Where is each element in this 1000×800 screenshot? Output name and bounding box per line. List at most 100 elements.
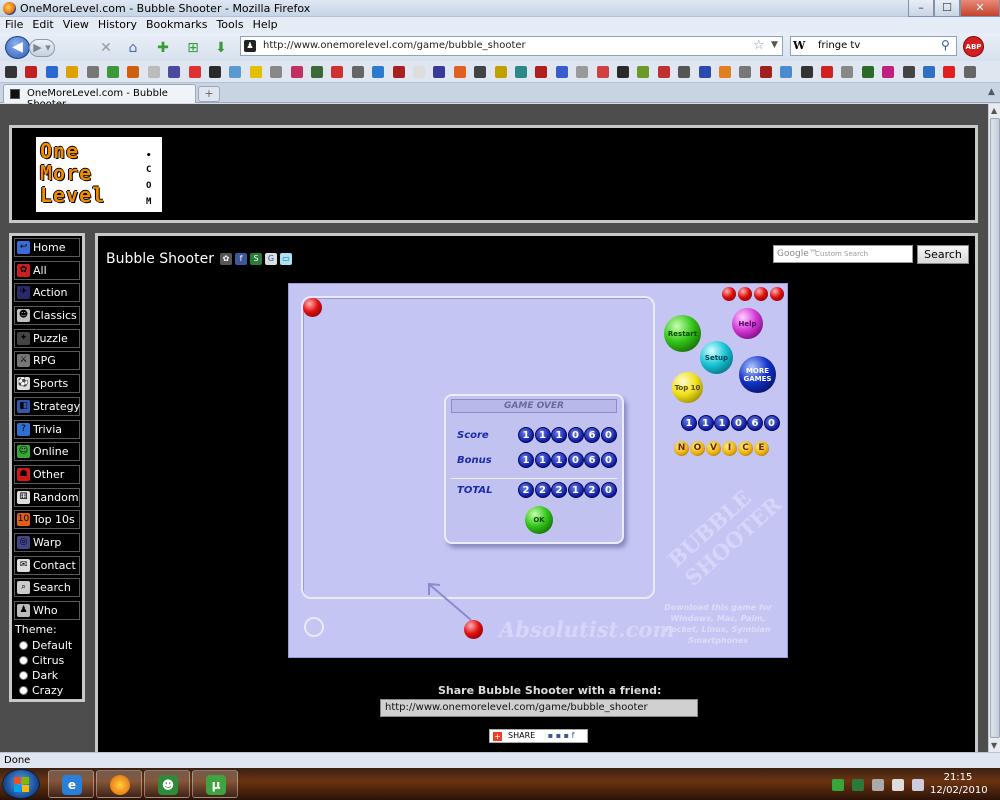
- bookmark-favicon-icon[interactable]: [841, 66, 854, 78]
- theme-option-default[interactable]: Default: [19, 638, 72, 653]
- tray-flag-icon[interactable]: [892, 779, 904, 791]
- radio-icon[interactable]: [19, 656, 28, 665]
- bookmark-favicon-icon[interactable]: [821, 66, 833, 78]
- bookmark-favicon-icon[interactable]: [739, 66, 752, 78]
- bookmark-favicon-icon[interactable]: [351, 66, 364, 78]
- sidebar-item-top-10s[interactable]: 10 Top 10s: [14, 510, 80, 530]
- taskbar-ie[interactable]: e: [48, 770, 94, 798]
- new-tab-button[interactable]: +: [198, 86, 220, 102]
- bookmark-favicon-icon[interactable]: [331, 66, 344, 78]
- sidebar-item-trivia[interactable]: ? Trivia: [14, 419, 80, 439]
- maximize-button[interactable]: ☐: [934, 0, 960, 17]
- scroll-down-icon[interactable]: ▼: [991, 741, 997, 750]
- bookmark-favicon-icon[interactable]: [127, 66, 140, 78]
- bubble-shooter-game[interactable]: Restart Help Setup MORE GAMES Top 10 111…: [288, 283, 788, 658]
- bookmark-favicon-icon[interactable]: [719, 66, 731, 78]
- scroll-up-icon[interactable]: ▲: [991, 106, 997, 115]
- minimize-button[interactable]: –: [908, 0, 934, 17]
- bookmark-favicon-icon[interactable]: [759, 66, 772, 78]
- bookmark-favicon-icon[interactable]: [637, 66, 650, 78]
- scrollbar-thumb[interactable]: [990, 118, 1000, 738]
- menu-edit[interactable]: Edit: [27, 17, 57, 31]
- download-promo[interactable]: Download this game for Windows, Mac, Pal…: [658, 602, 778, 646]
- tray-icon[interactable]: [832, 779, 844, 791]
- sidebar-item-search[interactable]: ⌕ Search: [14, 578, 80, 598]
- bookmark-favicon-icon[interactable]: [943, 66, 956, 78]
- radio-icon[interactable]: [19, 671, 28, 680]
- taskbar-firefox[interactable]: [96, 770, 142, 798]
- favourite-icon[interactable]: ✿: [220, 253, 232, 265]
- bookmark-favicon-icon[interactable]: [861, 66, 874, 78]
- history-dropdown-icon[interactable]: ▼: [771, 40, 778, 50]
- bookmark-favicon-icon[interactable]: [249, 66, 262, 78]
- addthis-share-button[interactable]: + SHARE ▪ ▪ ▪ f: [489, 729, 588, 743]
- bookmark-favicon-icon[interactable]: [86, 66, 99, 78]
- bookmark-favicon-icon[interactable]: [657, 66, 670, 78]
- sidebar-item-who[interactable]: ♟ Who: [14, 601, 80, 620]
- bookmark-favicon-icon[interactable]: [963, 66, 976, 78]
- sidebar-item-warp[interactable]: ◎ Warp: [14, 532, 80, 552]
- menu-help[interactable]: Help: [248, 17, 282, 31]
- menu-view[interactable]: View: [58, 17, 93, 31]
- search-go-icon[interactable]: ⚲: [941, 38, 950, 52]
- sidebar-item-classics[interactable]: ☻ Classics: [14, 306, 80, 326]
- bookmark-favicon-icon[interactable]: [168, 66, 181, 78]
- bookmark-favicon-icon[interactable]: [535, 66, 548, 78]
- bookmark-favicon-icon[interactable]: [494, 66, 507, 78]
- wikipedia-icon[interactable]: W: [793, 39, 805, 52]
- radio-icon[interactable]: [19, 641, 28, 650]
- bookmark-favicon-icon[interactable]: [698, 66, 711, 78]
- sidebar-item-rpg[interactable]: ⚔ RPG: [14, 351, 80, 371]
- bookmark-favicon-icon[interactable]: [453, 66, 466, 78]
- sidebar-item-contact[interactable]: ✉ Contact: [14, 555, 80, 575]
- google-icon[interactable]: G: [265, 253, 277, 265]
- sidebar-item-other[interactable]: ☗ Other: [14, 464, 80, 484]
- sidebar-item-random[interactable]: ⚅ Random: [14, 487, 80, 507]
- vertical-scrollbar[interactable]: ▲ ▼: [988, 104, 1000, 752]
- tray-icon[interactable]: [852, 779, 864, 791]
- start-button[interactable]: [2, 769, 40, 799]
- top10-button[interactable]: Top 10: [672, 372, 703, 403]
- bookmark-favicon-icon[interactable]: [311, 66, 323, 78]
- sidebar-item-all[interactable]: ✿ All: [14, 260, 80, 280]
- bookmark-favicon-icon[interactable]: [147, 66, 160, 78]
- sidebar-item-puzzle[interactable]: ✦ Puzzle: [14, 328, 80, 348]
- custom-search-input[interactable]: Google™ Custom Search: [773, 245, 913, 263]
- more-games-button[interactable]: MORE GAMES: [739, 356, 776, 393]
- menu-history[interactable]: History: [93, 17, 141, 31]
- setup-button[interactable]: Setup: [700, 341, 733, 374]
- bookmark-star-icon[interactable]: ☆: [753, 38, 765, 53]
- menu-file[interactable]: File: [0, 17, 27, 31]
- bookmark-favicon-icon[interactable]: [392, 66, 405, 78]
- sidebar-item-action[interactable]: ✈ Action: [14, 283, 80, 303]
- bookmark-favicon-icon[interactable]: [372, 66, 385, 78]
- browser-search-box[interactable]: W fringe tv ⚲: [790, 36, 957, 56]
- sidebar-item-online[interactable]: ☺ Online: [14, 442, 80, 462]
- bookmark-favicon-icon[interactable]: [5, 66, 17, 78]
- download-icon[interactable]: ⬇: [212, 39, 230, 57]
- taskbar-utorrent[interactable]: µ: [192, 770, 238, 798]
- bookmark-favicon-icon[interactable]: [882, 66, 895, 78]
- bookmark-favicon-icon[interactable]: [290, 66, 303, 78]
- menu-tools[interactable]: Tools: [211, 17, 247, 31]
- bookmark-favicon-icon[interactable]: [678, 66, 691, 78]
- ok-button[interactable]: OK: [525, 506, 553, 534]
- bookmark-favicon-icon[interactable]: [107, 66, 119, 78]
- adblock-plus-icon[interactable]: ABP: [963, 36, 984, 57]
- taskbar-messenger[interactable]: ☻: [144, 770, 190, 798]
- new-page-icon[interactable]: ⊞: [184, 39, 202, 57]
- help-button[interactable]: Help: [732, 308, 763, 339]
- bookmark-favicon-icon[interactable]: [923, 66, 935, 78]
- sidebar-item-home[interactable]: ↩ Home: [14, 238, 80, 257]
- bookmark-favicon-icon[interactable]: [229, 66, 242, 78]
- taskbar-clock[interactable]: 21:15 12/02/2010: [930, 771, 988, 797]
- sidebar-item-sports[interactable]: ⚽ Sports: [14, 374, 80, 394]
- stop-icon[interactable]: ✕: [97, 39, 115, 57]
- sidebar-item-strategy[interactable]: ◧ Strategy: [14, 396, 80, 416]
- share-url-field[interactable]: http://www.onemorelevel.com/game/bubble_…: [380, 699, 698, 717]
- menu-bookmarks[interactable]: Bookmarks: [141, 17, 211, 31]
- tab-scroll-arrow-icon[interactable]: ▲: [988, 87, 995, 97]
- bookmark-favicon-icon[interactable]: [617, 66, 629, 78]
- bookmark-favicon-icon[interactable]: [576, 66, 589, 78]
- restart-button[interactable]: Restart: [664, 315, 701, 352]
